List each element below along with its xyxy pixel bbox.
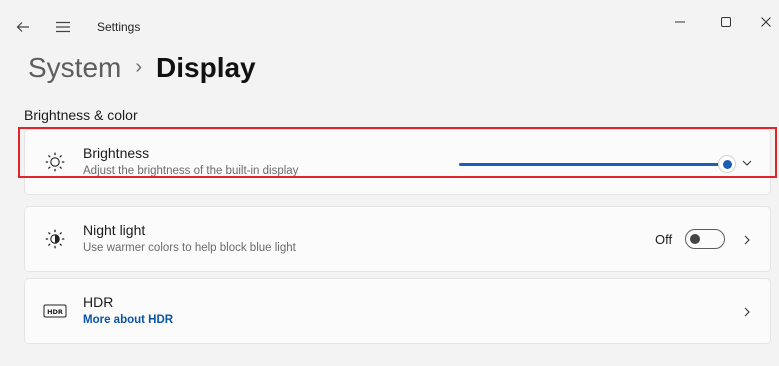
brightness-slider[interactable] <box>459 156 735 172</box>
chevron-right-icon[interactable] <box>739 304 755 320</box>
night-light-icon <box>43 227 67 251</box>
slider-thumb[interactable] <box>719 156 735 172</box>
night-light-description: Use warmer colors to help block blue lig… <box>83 242 296 254</box>
chevron-down-icon[interactable] <box>739 155 755 171</box>
hdr-title: HDR <box>83 294 114 310</box>
maximize-icon <box>721 17 731 27</box>
night-light-toggle[interactable] <box>685 229 725 249</box>
minimize-icon <box>675 21 685 23</box>
hamburger-icon[interactable] <box>52 16 74 38</box>
app-title: Settings <box>97 20 141 34</box>
chevron-right-icon[interactable] <box>739 232 755 248</box>
breadcrumb-separator: › <box>135 55 143 78</box>
hdr-card[interactable]: HDR HDR More about HDR <box>24 278 771 344</box>
page-title: Display <box>156 52 256 83</box>
section-title: Brightness & color <box>24 107 138 123</box>
close-icon <box>761 17 771 27</box>
brightness-card[interactable]: Brightness Adjust the brightness of the … <box>24 129 771 195</box>
sun-icon <box>43 150 67 174</box>
hdr-icon: HDR <box>43 299 67 323</box>
night-light-card[interactable]: Night light Use warmer colors to help bl… <box>24 206 771 272</box>
brightness-title: Brightness <box>83 145 150 161</box>
night-light-title: Night light <box>83 222 146 238</box>
breadcrumb-system[interactable]: System <box>28 52 121 84</box>
toggle-knob <box>690 234 700 244</box>
breadcrumb: System › Display <box>28 52 256 84</box>
hdr-icon-text: HDR <box>47 308 63 316</box>
back-arrow-icon[interactable] <box>12 16 34 38</box>
brightness-description: Adjust the brightness of the built-in di… <box>83 165 299 177</box>
title-bar: Settings <box>0 0 779 56</box>
night-light-state-label: Off <box>655 232 673 247</box>
slider-fill <box>459 163 727 166</box>
more-about-hdr-link[interactable]: More about HDR <box>83 312 173 328</box>
minimize-button[interactable] <box>664 8 696 36</box>
close-button[interactable] <box>750 8 779 36</box>
maximize-button[interactable] <box>710 8 742 36</box>
